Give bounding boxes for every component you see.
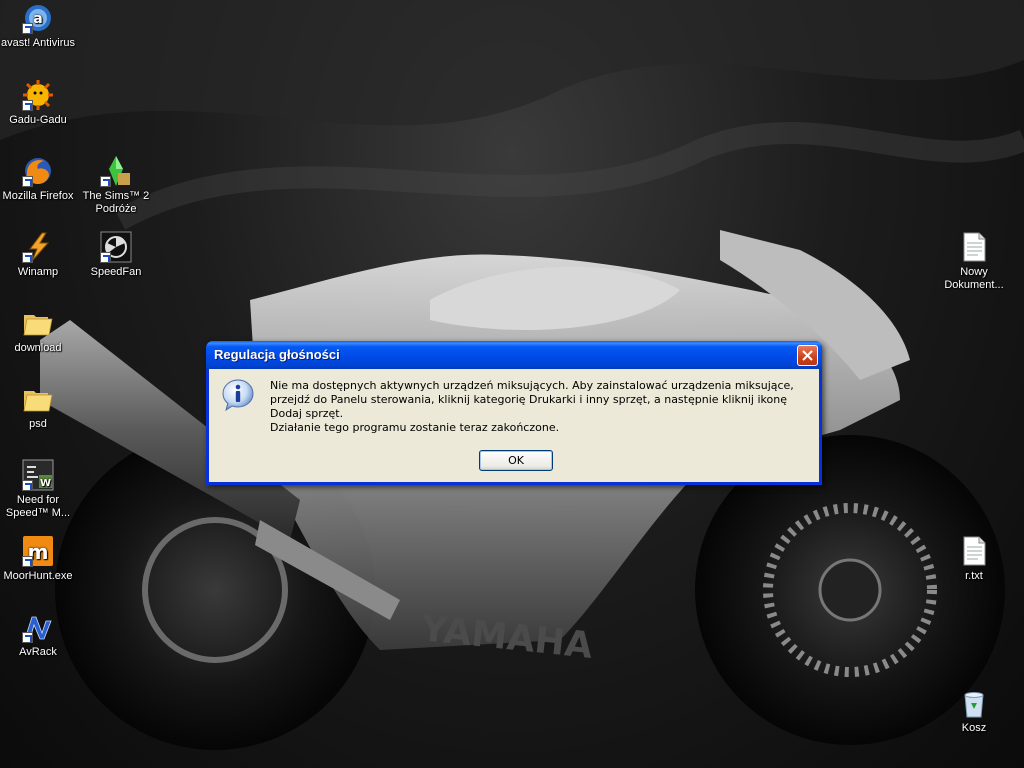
sims-icon <box>100 155 132 187</box>
desktop-icon-firefox[interactable]: Mozilla Firefox <box>0 155 76 203</box>
desktop-icon-label: Kosz <box>961 722 987 734</box>
desktop-icon-psd[interactable]: psd <box>0 383 76 431</box>
winamp-icon <box>22 231 54 263</box>
desktop-icon-need-for-speed[interactable]: W Need for Speed™ M... <box>0 459 76 520</box>
close-button[interactable] <box>797 345 818 366</box>
desktop-icon-nowy-dokument[interactable]: Nowy Dokument... <box>936 231 1012 292</box>
moorhunt-icon: m <box>22 535 54 567</box>
volume-control-dialog: Regulacja głośności Nie ma dostępnych ak… <box>206 341 822 485</box>
svg-text:a: a <box>33 11 42 27</box>
recycle-bin-icon <box>958 687 990 719</box>
text-document-icon <box>958 231 990 263</box>
dialog-message-secondary: Działanie tego programu zostanie teraz z… <box>270 421 560 434</box>
desktop-icon-label: MoorHunt.exe <box>3 570 73 582</box>
desktop-icon-winamp[interactable]: Winamp <box>0 231 76 279</box>
ok-button[interactable]: OK <box>479 450 553 471</box>
close-icon <box>802 350 813 361</box>
desktop-icon-label: Nowy Dokument... <box>944 266 1004 291</box>
need-for-speed-icon: W <box>22 459 54 491</box>
svg-text:W: W <box>40 478 51 489</box>
desktop-icon-label: SpeedFan <box>90 266 142 278</box>
speedfan-icon <box>100 231 132 263</box>
desktop-icon-label: r.txt <box>965 570 983 582</box>
dialog-message: Nie ma dostępnych aktywnych urządzeń mik… <box>270 379 794 420</box>
desktop-icon-recycle-bin[interactable]: Kosz <box>936 687 1012 735</box>
avrack-icon <box>22 611 54 643</box>
desktop-icon-label: Winamp <box>17 266 59 278</box>
desktop-icon-moorhunt[interactable]: m MoorHunt.exe <box>0 535 76 583</box>
information-icon <box>222 379 254 412</box>
desktop-icon-avrack[interactable]: AvRack <box>0 611 76 659</box>
desktop-icon-label: psd <box>29 418 47 430</box>
desktop-icon-label: Gadu-Gadu <box>9 114 67 126</box>
desktop-icon-r-txt[interactable]: r.txt <box>936 535 1012 583</box>
desktop-icon-gadu-gadu[interactable]: Gadu-Gadu <box>0 79 76 127</box>
desktop-icon-sims[interactable]: The Sims™ 2 Podróże <box>78 155 154 216</box>
desktop-icon-label: Need for Speed™ M... <box>5 494 71 519</box>
gadu-gadu-icon <box>22 79 54 111</box>
desktop-icon-label: download <box>14 342 62 354</box>
dialog-title: Regulacja głośności <box>214 347 340 362</box>
dialog-title-bar[interactable]: Regulacja głośności <box>206 341 822 369</box>
desktop-icon-label: avast! Antivirus <box>1 37 75 49</box>
desktop-icon-label: The Sims™ 2 Podróże <box>82 190 150 215</box>
text-document-icon <box>958 535 990 567</box>
folder-icon <box>22 307 54 339</box>
avast-icon: a <box>22 2 54 34</box>
folder-icon <box>22 383 54 415</box>
desktop-icon-download[interactable]: download <box>0 307 76 355</box>
desktop: YAMAHA a avast! Antivirus Gadu-Gadu Mozi… <box>0 0 1024 768</box>
desktop-icon-label: Mozilla Firefox <box>2 190 74 202</box>
firefox-icon <box>22 155 54 187</box>
desktop-icon-avast[interactable]: a avast! Antivirus <box>0 2 76 50</box>
desktop-icon-label: AvRack <box>19 646 57 658</box>
desktop-icon-speedfan[interactable]: SpeedFan <box>78 231 154 279</box>
